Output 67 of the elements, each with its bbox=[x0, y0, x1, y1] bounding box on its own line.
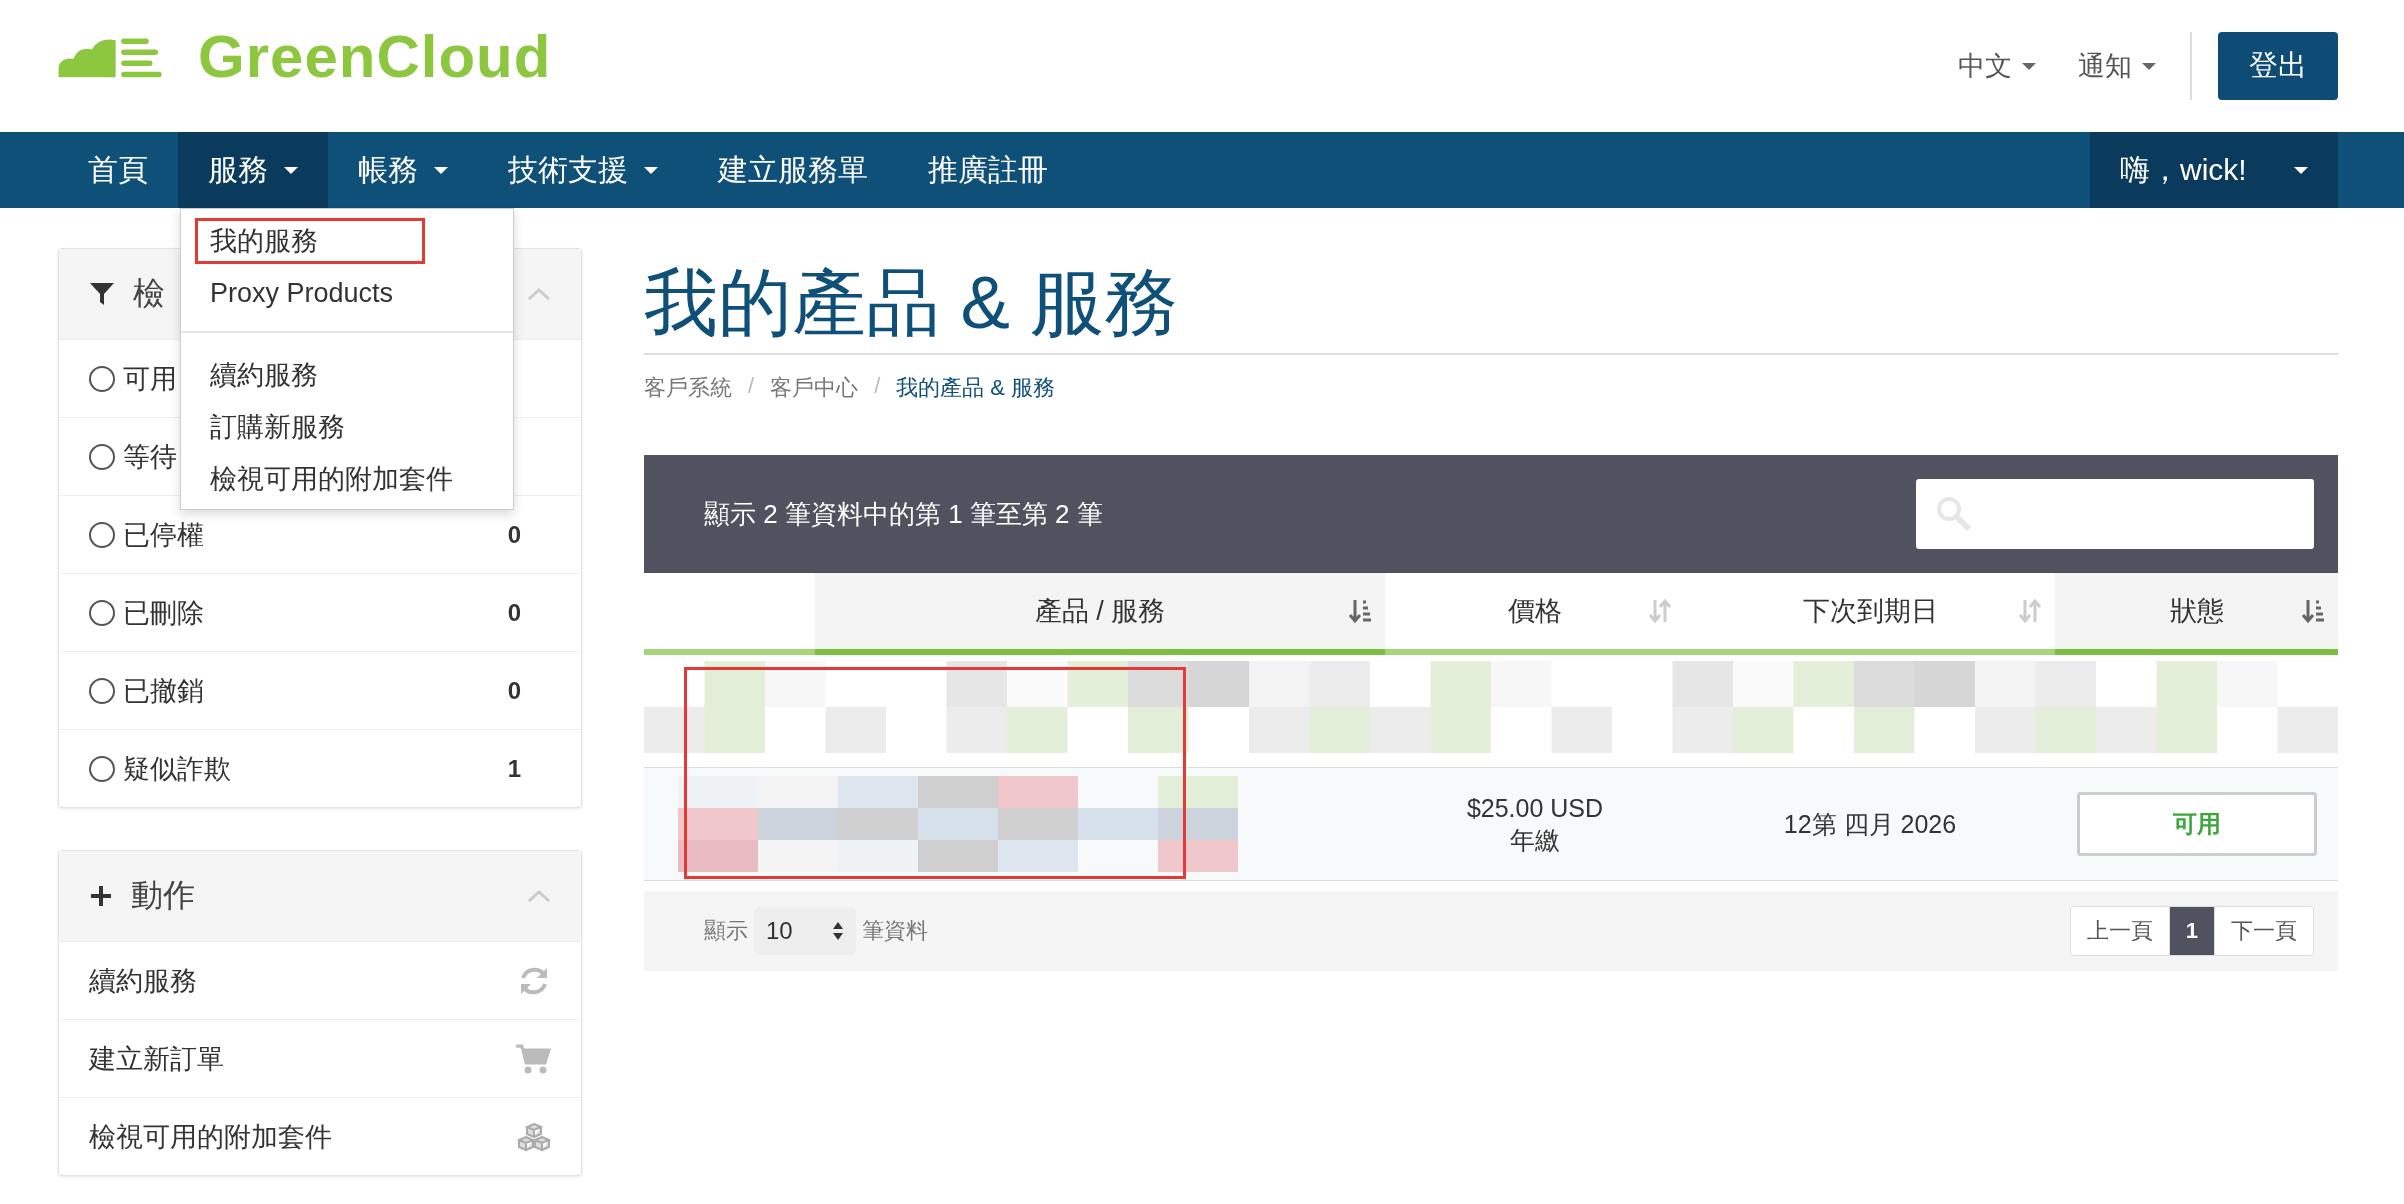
panel-title: 動作 bbox=[131, 876, 195, 915]
pagination-button[interactable]: 下一頁 bbox=[2214, 907, 2313, 956]
filter-label: 已停權 bbox=[123, 518, 204, 552]
filter-item[interactable]: 疑似詐欺 1 bbox=[59, 729, 581, 807]
sort-icon bbox=[1349, 598, 1371, 625]
filter-icon bbox=[89, 281, 115, 307]
nav-item[interactable]: 技術支援 bbox=[478, 132, 688, 208]
filter-label: 已刪除 bbox=[123, 596, 204, 630]
filter-label: 已撤銷 bbox=[123, 674, 204, 708]
search-icon bbox=[1936, 496, 1972, 533]
table-info: 顯示 2 筆資料中的第 1 筆至第 2 筆 bbox=[704, 497, 1103, 531]
user-menu[interactable]: 嗨，wick! bbox=[2090, 132, 2338, 208]
filter-label: 等待 bbox=[123, 440, 177, 474]
logo-text: GreenCloud bbox=[198, 21, 552, 91]
column-header[interactable]: 產品 / 服務 bbox=[815, 573, 1385, 656]
breadcrumb-separator: / bbox=[748, 373, 755, 401]
sort-icon bbox=[1649, 598, 1671, 625]
nav-item[interactable]: 帳務 bbox=[328, 132, 478, 208]
breadcrumb-link[interactable]: 客戶系統 bbox=[644, 373, 732, 404]
panel-title: 檢 bbox=[133, 274, 165, 313]
filter-item[interactable]: 已撤銷 0 bbox=[59, 651, 581, 729]
radio-button[interactable] bbox=[89, 755, 115, 782]
menu-item[interactable]: Proxy Products bbox=[195, 272, 409, 314]
language-menu[interactable]: 中文 bbox=[1950, 42, 2044, 90]
plus-icon bbox=[89, 884, 113, 908]
filter-item[interactable]: 已刪除 0 bbox=[59, 573, 581, 651]
column-header[interactable]: 狀態 bbox=[2055, 573, 2338, 656]
cart-icon bbox=[515, 1042, 551, 1075]
nav-item[interactable]: 首頁 bbox=[58, 132, 178, 208]
radio-button[interactable] bbox=[89, 443, 115, 470]
filter-label: 疑似詐欺 bbox=[123, 752, 231, 786]
nav-item[interactable]: 服務 bbox=[178, 132, 328, 208]
filter-count: 1 bbox=[507, 754, 521, 783]
pagination-button[interactable]: 1 bbox=[2168, 907, 2214, 956]
price-cell-text: $25.00 USD 年繳 bbox=[1466, 792, 1604, 857]
cubes-icon bbox=[517, 1121, 551, 1152]
radio-button[interactable] bbox=[89, 677, 115, 704]
pagination-button[interactable]: 上一頁 bbox=[2070, 907, 2169, 956]
length-label: 顯示 bbox=[704, 917, 748, 946]
length-label: 筆資料 bbox=[862, 917, 928, 946]
radio-button[interactable] bbox=[89, 599, 115, 626]
action-link[interactable]: 檢視可用的附加套件 bbox=[59, 1097, 581, 1175]
menu-item[interactable]: 訂購新服務 bbox=[195, 404, 360, 450]
action-link[interactable]: 建立新訂單 bbox=[59, 1019, 581, 1097]
language-menu[interactable]: 通知 bbox=[2070, 42, 2164, 90]
due-date-cell-text: 12第 四月 2026 bbox=[1783, 809, 1957, 841]
sort-icon bbox=[2302, 598, 2324, 625]
filter-count: 0 bbox=[507, 598, 521, 627]
nav-item[interactable]: 推廣註冊 bbox=[898, 132, 1078, 208]
menu-item[interactable]: 我的服務 bbox=[195, 218, 425, 264]
radio-button[interactable] bbox=[89, 365, 115, 392]
column-header[interactable]: 價格 bbox=[1385, 573, 1685, 656]
action-link[interactable]: 續約服務 bbox=[59, 941, 581, 1019]
filter-label: 可用 bbox=[123, 362, 177, 396]
filter-count: 0 bbox=[507, 676, 521, 705]
page-length-select[interactable]: 10 bbox=[754, 907, 856, 956]
search-field[interactable] bbox=[1916, 479, 2314, 550]
menu-item[interactable]: 續約服務 bbox=[195, 352, 333, 398]
filter-count: 0 bbox=[507, 520, 521, 549]
sort-icon bbox=[2019, 598, 2041, 625]
logout-button[interactable]: 登出 bbox=[2218, 32, 2338, 100]
breadcrumb-link[interactable]: 我的產品 & 服務 bbox=[896, 373, 1056, 404]
radio-button[interactable] bbox=[89, 521, 115, 548]
nav-item[interactable]: 建立服務單 bbox=[688, 132, 898, 208]
page-title: 我的產品 & 服務 bbox=[644, 262, 2338, 356]
breadcrumb-link[interactable]: 客戶中心 bbox=[770, 373, 859, 404]
breadcrumb-separator: / bbox=[874, 373, 881, 401]
